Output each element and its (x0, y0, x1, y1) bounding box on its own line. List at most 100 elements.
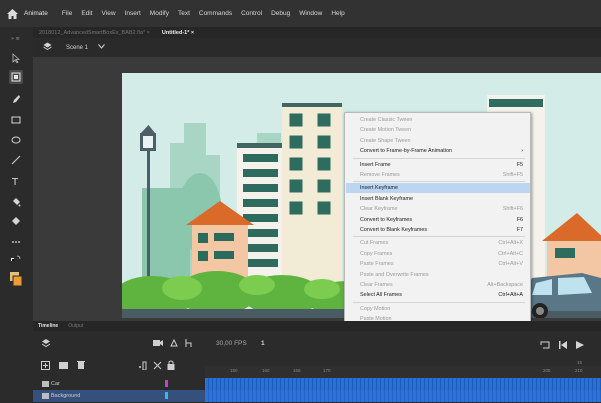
menu-separator (353, 157, 525, 159)
menu-item-label: Convert to Keyframes (360, 216, 413, 223)
paint-bucket-tool-icon[interactable] (9, 195, 23, 209)
context-menu-item[interactable]: Paste and Overwrite Frames (346, 270, 530, 280)
context-menu-item[interactable]: Create Motion Tween (346, 125, 530, 135)
collapse-panel-icon[interactable]: » ≡ (9, 31, 23, 45)
context-menu-item[interactable]: Remove Frames Shift+F5 (346, 170, 530, 180)
menu-item-shortcut: › (521, 148, 523, 155)
menu-help[interactable]: Help (331, 10, 344, 17)
chevron-down-icon[interactable] (98, 44, 105, 51)
document-tab[interactable]: 2018012_AdvancedSmartBoxEx_BAB2.fla* × (33, 30, 156, 36)
document-tabs: 2018012_AdvancedSmartBoxEx_BAB2.fla* × U… (33, 27, 601, 38)
ruler-tick: 170 (323, 368, 331, 373)
menu-debug[interactable]: Debug (271, 10, 290, 17)
menu-item-label: Create Classic Tween (360, 117, 413, 123)
context-menu-item[interactable]: Convert to Keyframes F6 (346, 215, 530, 225)
layer-row-background[interactable]: Background (33, 390, 205, 402)
eraser-tool-icon[interactable] (9, 214, 23, 228)
timeline-tabs: Timeline Output (33, 321, 601, 331)
scene-label[interactable]: Scene 1 (66, 45, 88, 51)
context-menu-item[interactable]: Insert Keyframe (346, 183, 530, 194)
menu-modify[interactable]: Modify (150, 10, 169, 17)
line-tool-icon[interactable] (9, 153, 23, 167)
fps-readout[interactable]: 30,00 FPS (216, 340, 247, 347)
menu-insert[interactable]: Insert (125, 10, 141, 17)
subselection-tool-icon[interactable] (9, 51, 23, 65)
menu-item-label: Insert Frame (360, 161, 391, 168)
menu-item-label: Convert to Blank Keyframes (360, 227, 428, 233)
context-menu-item[interactable]: Convert to Frame-by-Frame Animation › (346, 146, 530, 156)
layer-header (33, 355, 205, 378)
layer-color-swatch[interactable] (165, 380, 168, 387)
menu-edit[interactable]: Edit (81, 10, 92, 17)
menu-control[interactable]: Control (241, 10, 262, 17)
layer-row-car[interactable]: Car (33, 378, 205, 390)
tab-output[interactable]: Output (63, 323, 88, 329)
ruler-tick: 165 (293, 368, 301, 373)
menu-separator (353, 301, 525, 303)
context-menu-item[interactable]: Paste Frames Ctrl+Alt+V (346, 259, 530, 269)
document-tab-active[interactable]: Untitled-1* × (156, 30, 200, 36)
menu-item-shortcut: Ctrl+Alt+A (498, 292, 523, 299)
layers-stack-icon[interactable] (41, 338, 51, 350)
context-menu-item[interactable]: Insert Frame F5 (346, 160, 530, 170)
menu-item-label: Cut Frames (360, 240, 389, 247)
current-frame-number[interactable]: 1 (261, 340, 265, 347)
layer-color-swatch[interactable] (165, 392, 168, 399)
oval-tool-icon[interactable] (9, 133, 23, 147)
menu-item-label: Create Motion Tween (360, 127, 412, 134)
lock-icon[interactable] (167, 360, 175, 372)
frame-span-car[interactable] (205, 378, 601, 390)
camera-icon[interactable] (153, 339, 163, 349)
new-folder-icon[interactable] (59, 361, 68, 371)
playback-controls (528, 331, 601, 365)
menu-item-label: Convert to Frame-by-Frame Animation (360, 148, 452, 155)
menu-item-shortcut: F6 (516, 216, 523, 223)
show-hide-all-icon[interactable] (153, 361, 162, 372)
menu-window[interactable]: Window (299, 10, 322, 17)
loop-icon[interactable] (540, 341, 550, 351)
menu-commands[interactable]: Commands (199, 10, 232, 17)
context-menu-item[interactable]: Copy Motion (346, 304, 530, 314)
brush-tool-icon[interactable] (9, 92, 23, 106)
trash-icon[interactable] (77, 360, 85, 371)
text-tool-icon[interactable]: T (9, 174, 23, 188)
menu-item-label: Insert Blank Keyframe (360, 195, 414, 202)
new-layer-icon[interactable] (41, 361, 50, 372)
context-menu-item[interactable]: Clear Keyframe Shift+F6 (346, 204, 530, 214)
svg-text:» ≡: » ≡ (11, 36, 20, 40)
context-menu-item[interactable]: Convert to Blank Keyframes F7 (346, 225, 530, 235)
frame-span-background[interactable] (205, 390, 601, 402)
context-menu-item[interactable]: Cut Frames Ctrl+Alt+X (346, 238, 530, 248)
menu-separator (353, 181, 525, 183)
frame-ruler[interactable]: 150 160 165 170 205 210 15 (205, 360, 601, 378)
context-menu-item[interactable]: Copy Frames Ctrl+Alt+C (346, 249, 530, 259)
highlight-layers-icon[interactable] (138, 361, 147, 372)
menu-text[interactable]: Text (178, 10, 190, 17)
context-menu-item[interactable]: Create Classic Tween (346, 115, 530, 125)
context-menu-item[interactable]: Select All Frames Ctrl+Alt+A (346, 290, 530, 300)
menu-item-shortcut: Shift+F6 (502, 206, 523, 213)
play-icon[interactable] (576, 341, 584, 351)
context-menu-item[interactable]: Create Shape Tween (346, 136, 530, 146)
step-back-icon[interactable] (558, 341, 568, 351)
menu-item-shortcut: Ctrl+Alt+V (498, 261, 523, 268)
menu-item-shortcut: Ctrl+Alt+X (498, 240, 523, 247)
swap-colors-icon[interactable] (9, 252, 23, 266)
fill-stroke-color-icon[interactable] (9, 270, 23, 288)
ruler-tick: 150 (230, 368, 238, 373)
menu-item-shortcut: F7 (516, 227, 523, 233)
tab-timeline[interactable]: Timeline (33, 323, 63, 329)
menu-item-label: Create Shape Tween (360, 137, 411, 144)
context-menu-item[interactable]: Clear Frames Alt+Backspace (346, 280, 530, 290)
more-tools-icon[interactable] (9, 235, 23, 249)
rectangle-tool-icon[interactable] (9, 113, 23, 127)
layer-name: Background (51, 393, 81, 399)
menu-view[interactable]: View (102, 10, 116, 17)
layer-depth-icon[interactable] (169, 338, 179, 350)
home-icon[interactable] (0, 0, 24, 27)
parent-view-icon[interactable] (185, 338, 195, 350)
context-menu-item[interactable]: Insert Blank Keyframe (346, 194, 530, 204)
tools-panel: » ≡ T (0, 27, 33, 403)
free-transform-tool-icon[interactable] (9, 70, 23, 84)
menu-file[interactable]: File (62, 10, 72, 17)
